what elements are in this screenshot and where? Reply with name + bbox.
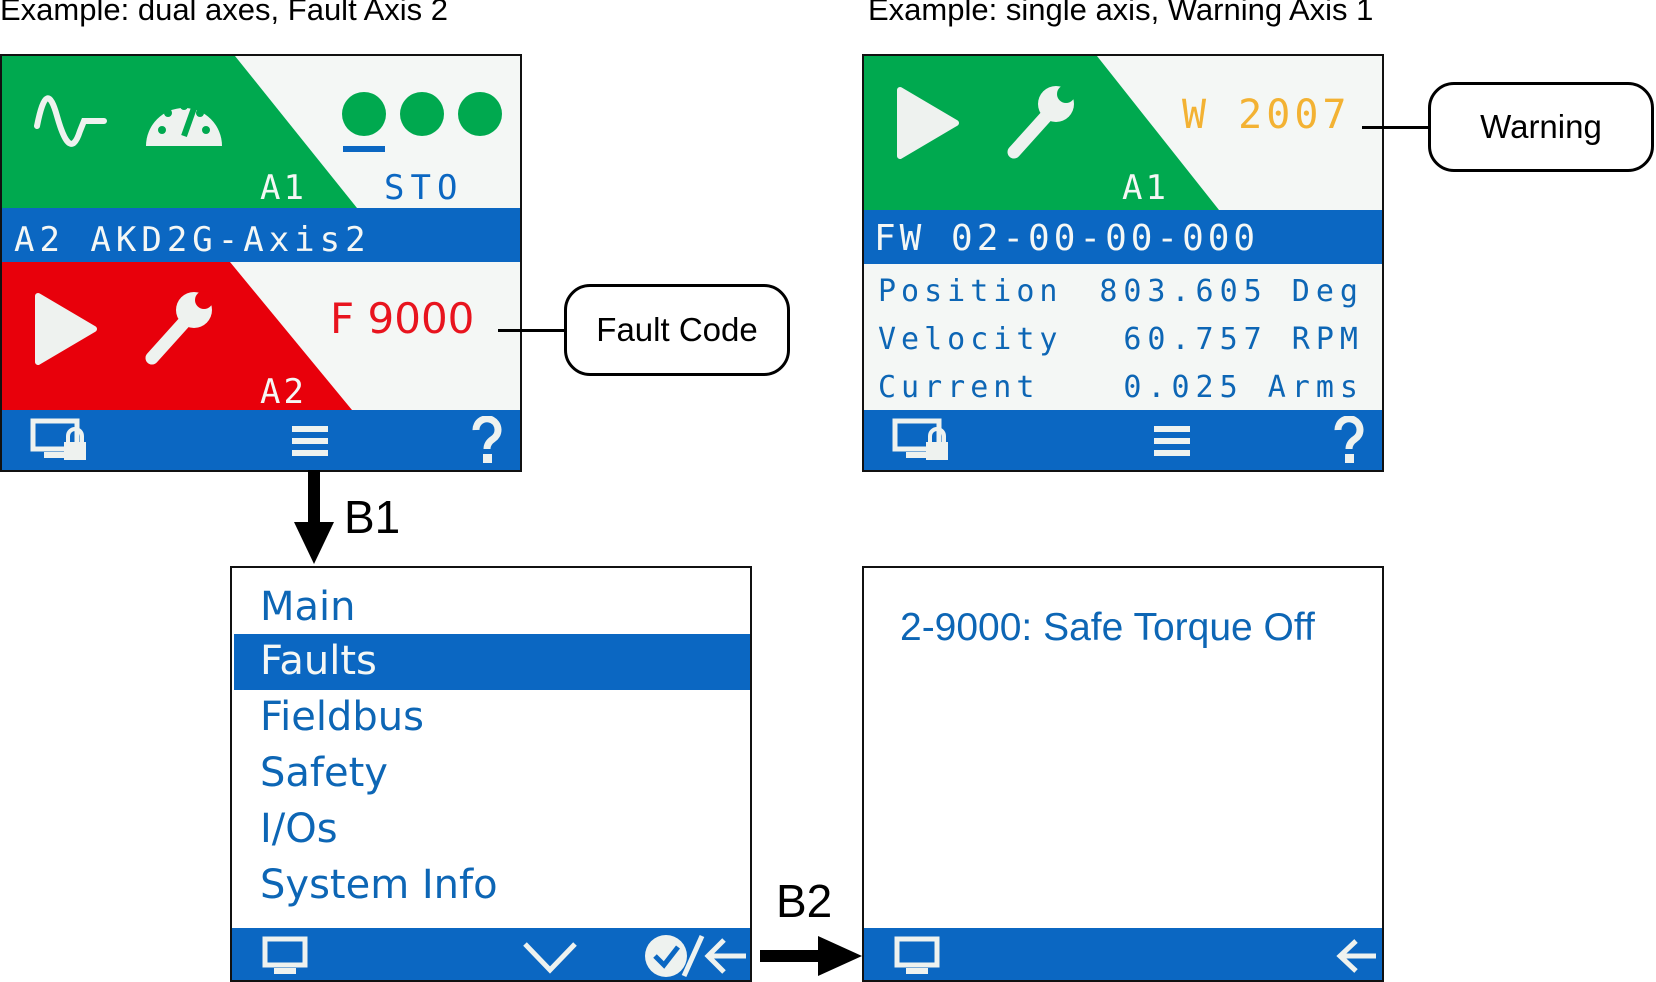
menu-item-faults[interactable]: Faults [260,638,377,684]
menu-bottom-bar [232,928,750,980]
back-arrow-icon[interactable] [1336,938,1378,974]
menu-item-safety[interactable]: Safety [260,750,388,796]
monitor-lock-icon[interactable] [892,418,952,464]
b1-arrow [294,470,334,564]
bottom-nav-bar [864,410,1382,470]
axis2-name-bar: A2 AKD2G-Axis2 [2,208,520,262]
status-dots-icon [342,92,502,152]
axis2-name: A2 AKD2G-Axis2 [14,220,371,260]
menu-screen: Main Faults Fieldbus Safety I/Os System … [230,566,752,982]
detail-bottom-bar [864,928,1382,980]
caption-single-axis: Example: single axis, Warning Axis 1 [868,0,1374,27]
firmware-bar: FW 02-00-00-000 [864,210,1382,264]
axis1-label: A1 [1122,168,1169,208]
chevron-down-icon[interactable] [522,940,578,974]
confirm-back-icon[interactable] [644,932,748,980]
menu-item-main[interactable]: Main [260,584,356,630]
fault-code-callout: Fault Code [564,284,790,376]
menu-item-ios[interactable]: I/Os [260,806,338,852]
warning-callout: Warning [1428,82,1654,172]
monitor-icon[interactable] [894,936,940,976]
gauge-icon [146,102,222,146]
b2-arrow [760,936,862,976]
caption-dual-axes: Example: dual axes, Fault Axis 2 [0,0,449,27]
velocity-label: Velocity [878,322,1063,357]
play-icon [897,87,959,159]
wrench-icon [145,291,213,365]
menu-icon[interactable] [1154,424,1190,458]
warning-callout-line [1362,126,1430,129]
wrench-icon [1007,85,1075,159]
fault-detail-screen: 2-9000: Safe Torque Off [862,566,1384,982]
fault-callout-line [498,329,566,332]
monitor-lock-icon[interactable] [30,418,90,464]
sto-label: STO [384,168,464,208]
bottom-nav-bar [2,410,520,470]
monitor-icon[interactable] [262,936,308,976]
dual-axes-screen: A1 STO A2 AKD2G-Axis2 F 9000 A2 [0,54,522,472]
current-label: Current [878,370,1040,405]
b2-label: B2 [776,875,833,927]
single-axis-screen: W 2007 A1 FW 02-00-00-000 Position 803.6… [862,54,1384,472]
position-value: 803.605 Deg [1099,274,1364,309]
waveform-icon [34,95,107,147]
axis1-label: A1 [260,168,307,208]
help-icon[interactable] [1334,416,1364,466]
b1-label: B1 [344,491,401,543]
menu-icon[interactable] [292,424,328,458]
warning-code: W 2007 [1182,92,1351,138]
help-icon[interactable] [472,416,502,466]
fault-message: 2-9000: Safe Torque Off [900,606,1315,649]
play-icon [35,293,97,365]
menu-item-system-info[interactable]: System Info [260,862,498,908]
menu-item-fieldbus[interactable]: Fieldbus [260,694,424,740]
fault-code: F 9000 [330,294,475,343]
position-label: Position [878,274,1063,309]
axis2-label: A2 [260,372,307,412]
current-value: 0.025 Arms [1123,370,1364,405]
firmware-version: FW 02-00-00-000 [874,218,1260,259]
velocity-value: 60.757 RPM [1123,322,1364,357]
